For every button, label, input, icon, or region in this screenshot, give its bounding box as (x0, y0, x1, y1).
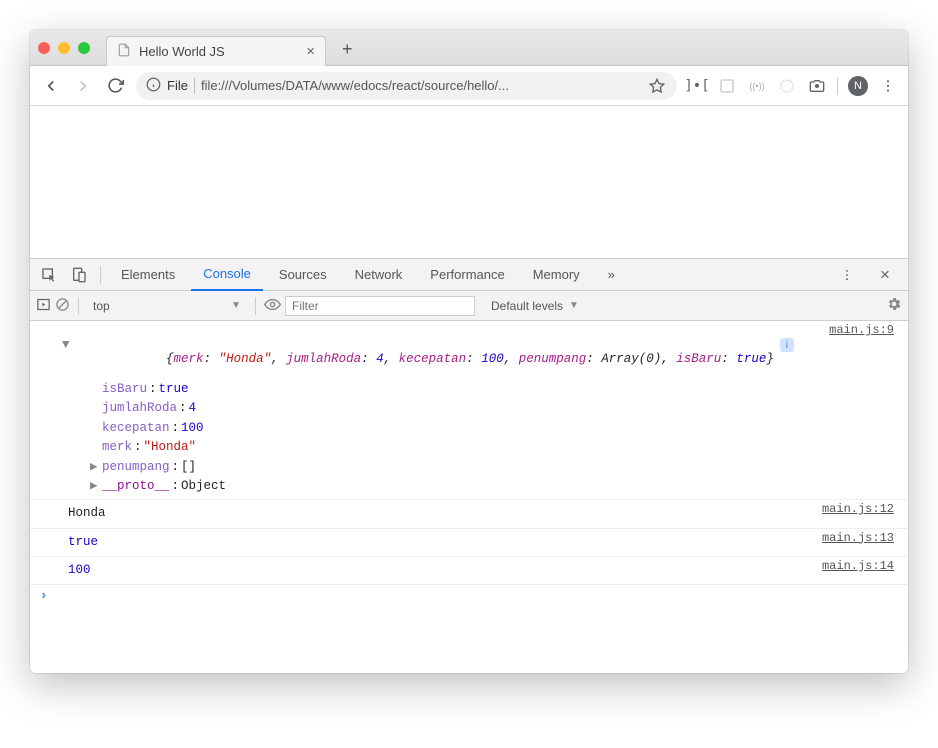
context-selector[interactable]: top ▼ (87, 299, 247, 313)
tab-memory[interactable]: Memory (521, 259, 592, 291)
page-icon (117, 43, 131, 60)
caret-down-icon: ▼ (231, 300, 241, 311)
camera-icon[interactable] (807, 76, 827, 96)
reload-button[interactable] (104, 75, 126, 97)
tab-performance[interactable]: Performance (418, 259, 516, 291)
devtools-panel: Elements Console Sources Network Perform… (30, 258, 908, 673)
levels-selector[interactable]: Default levels ▼ (485, 299, 585, 313)
divider (194, 78, 195, 94)
tab-title: Hello World JS (139, 44, 225, 59)
source-link[interactable]: main.js:12 (822, 502, 894, 516)
caret-down-icon[interactable]: ▼ (62, 338, 74, 352)
device-toggle-icon[interactable] (66, 262, 92, 288)
omnibox[interactable]: File file:///Volumes/DATA/www/edocs/reac… (136, 72, 677, 100)
extension-icon[interactable]: ((•)) (747, 76, 767, 96)
page-content (30, 106, 908, 258)
extension-icon[interactable] (717, 76, 737, 96)
console-prompt[interactable]: › (30, 585, 908, 607)
console-body: main.js:9 ▼ {merk: "Honda", jumlahRoda: … (30, 321, 908, 673)
menu-icon[interactable] (878, 76, 898, 96)
log-value: true (68, 535, 98, 549)
devtools-close-icon[interactable]: × (872, 262, 898, 288)
filter-input[interactable] (285, 296, 475, 316)
tab-overflow[interactable]: » (596, 259, 627, 291)
log-value: Honda (68, 506, 106, 520)
tab-elements[interactable]: Elements (109, 259, 187, 291)
tab-console[interactable]: Console (191, 259, 263, 291)
source-link[interactable]: main.js:9 (829, 323, 894, 337)
back-button[interactable] (40, 75, 62, 97)
log-row: main.js:12 Honda (30, 500, 908, 528)
forward-button[interactable] (72, 75, 94, 97)
levels-label: Default levels (491, 299, 563, 313)
caret-right-icon[interactable]: ▶ (90, 458, 100, 477)
console-toolbar: top ▼ Default levels ▼ (30, 291, 908, 321)
tab-network[interactable]: Network (343, 259, 415, 291)
inspect-icon[interactable] (36, 262, 62, 288)
sidebar-toggle-icon[interactable] (36, 297, 51, 315)
object-properties: isBaru: true jumlahRoda: 4 kecepatan: 10… (44, 380, 898, 496)
new-tab-button[interactable]: + (342, 39, 353, 60)
caret-right-icon[interactable]: ▶ (90, 477, 100, 496)
url-path: file:///Volumes/DATA/www/edocs/react/sou… (201, 78, 641, 93)
extension-icon[interactable]: ]•[ (687, 76, 707, 96)
star-icon[interactable] (647, 76, 667, 96)
object-summary[interactable]: ▼ {merk: "Honda", jumlahRoda: 4, kecepat… (44, 324, 898, 380)
extension-icon[interactable] (777, 76, 797, 96)
eye-icon[interactable] (264, 296, 281, 316)
browser-tab[interactable]: Hello World JS × (106, 36, 326, 66)
minimize-window-icon[interactable] (58, 42, 70, 54)
source-link[interactable]: main.js:13 (822, 531, 894, 545)
log-row: main.js:13 true (30, 529, 908, 557)
site-info-icon[interactable] (146, 77, 161, 95)
browser-window: Hello World JS × + File file:///Volumes/… (30, 30, 908, 673)
url-scheme: File (167, 78, 188, 93)
context-label: top (93, 299, 110, 313)
close-tab-icon[interactable]: × (306, 43, 315, 60)
titlebar: Hello World JS × + (30, 30, 908, 66)
clear-console-icon[interactable] (55, 297, 70, 315)
log-row: main.js:14 100 (30, 557, 908, 585)
devtools-tabbar: Elements Console Sources Network Perform… (30, 259, 908, 291)
close-window-icon[interactable] (38, 42, 50, 54)
window-controls (38, 42, 98, 54)
caret-down-icon: ▼ (569, 300, 579, 311)
info-badge-icon[interactable]: i (780, 338, 794, 352)
devtools-menu-icon[interactable] (834, 262, 860, 288)
source-link[interactable]: main.js:14 (822, 559, 894, 573)
profile-avatar[interactable]: N (848, 76, 868, 96)
zoom-window-icon[interactable] (78, 42, 90, 54)
log-row-object: main.js:9 ▼ {merk: "Honda", jumlahRoda: … (30, 321, 908, 500)
address-bar: File file:///Volumes/DATA/www/edocs/reac… (30, 66, 908, 106)
tab-sources[interactable]: Sources (267, 259, 339, 291)
divider (837, 77, 838, 95)
settings-icon[interactable] (886, 296, 902, 315)
log-value: 100 (68, 563, 91, 577)
